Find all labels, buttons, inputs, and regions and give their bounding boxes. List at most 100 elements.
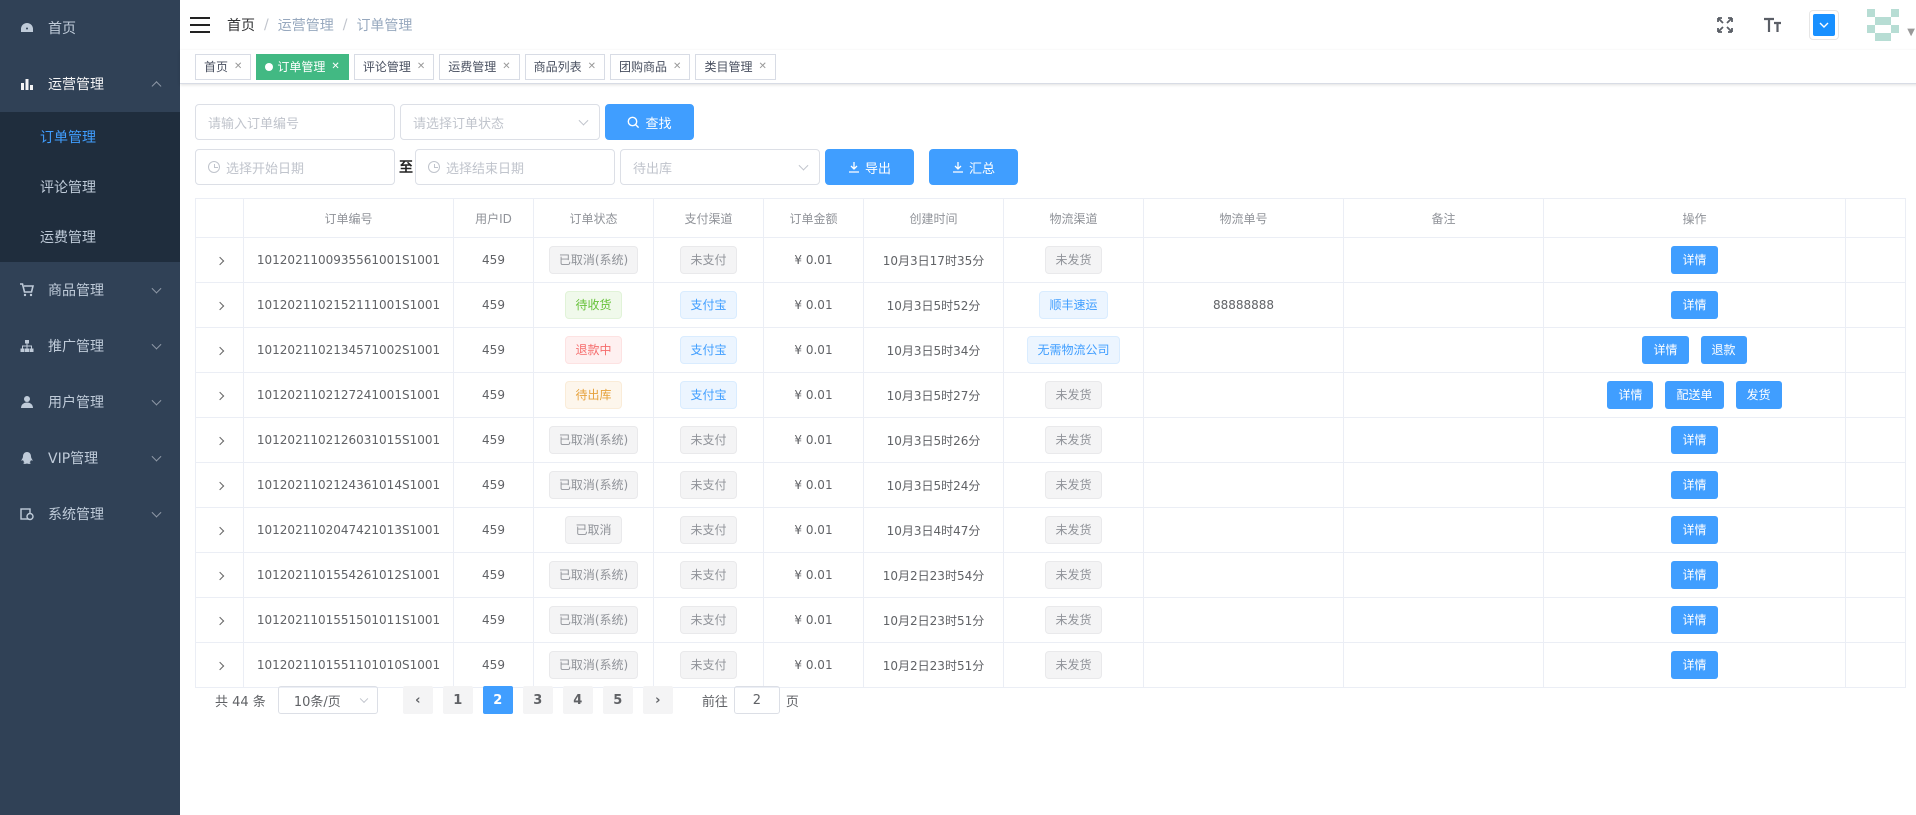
sidebar: 首页 运营管理 订单管理 评论管理 运费管理 商品管理 推广管理 用户管理 VI…: [0, 0, 180, 815]
expand-row-icon[interactable]: [215, 571, 224, 581]
prev-page-button[interactable]: ‹: [402, 686, 433, 714]
order-status-select[interactable]: 请选择订单状态: [400, 104, 600, 140]
status-badge: 已取消(系统): [548, 561, 639, 589]
next-page-button[interactable]: ›: [642, 686, 673, 714]
summary-button[interactable]: 汇总: [929, 149, 1018, 185]
table-row: 1012021102134571002S1001 459 退款中 支付宝 ¥ 0.01 1…: [195, 327, 1906, 373]
tag-home[interactable]: 首页 ✕: [195, 53, 252, 80]
order-amount: ¥ 0.01: [794, 568, 833, 582]
action-button[interactable]: 配送单: [1665, 381, 1724, 409]
order-number: 1012021102047421013S1001: [256, 523, 441, 537]
expand-row-icon[interactable]: [215, 391, 224, 401]
expand-row-icon[interactable]: [215, 616, 224, 626]
expand-row-icon[interactable]: [215, 661, 224, 671]
column-header: 物流渠道: [1003, 198, 1144, 238]
close-icon[interactable]: ✕: [758, 61, 766, 72]
sidebar-item-home[interactable]: 首页: [0, 0, 180, 56]
expand-row-icon[interactable]: [215, 346, 224, 356]
font-size-icon[interactable]: [1761, 13, 1785, 37]
search-button[interactable]: 查找: [605, 104, 694, 140]
action-button[interactable]: 详情: [1671, 561, 1718, 589]
action-button[interactable]: 详情: [1671, 516, 1718, 544]
action-button[interactable]: 发货: [1735, 381, 1782, 409]
order-amount: ¥ 0.01: [794, 343, 833, 357]
close-icon[interactable]: ✕: [588, 61, 596, 72]
dashboard-icon: [20, 21, 34, 35]
sidebar-item-products[interactable]: 商品管理: [0, 262, 180, 318]
action-button[interactable]: 退款: [1700, 336, 1747, 364]
sidebar-item-comments[interactable]: 评论管理: [0, 162, 180, 212]
breadcrumb-item[interactable]: 首页: [227, 15, 255, 35]
order-number: 1012021100935561001S1001: [256, 253, 441, 267]
close-icon[interactable]: ✕: [673, 61, 681, 72]
page-button-current[interactable]: 2: [482, 686, 513, 714]
page-jump-input[interactable]: 2: [733, 686, 780, 714]
page-button[interactable]: 1: [442, 686, 473, 714]
action-button[interactable]: 详情: [1671, 606, 1718, 634]
expand-row-icon[interactable]: [215, 301, 224, 311]
expand-row-icon[interactable]: [215, 436, 224, 446]
page-button[interactable]: 4: [562, 686, 593, 714]
expand-row-icon[interactable]: [215, 526, 224, 536]
sidebar-item-freight[interactable]: 运费管理: [0, 212, 180, 262]
close-icon[interactable]: ✕: [417, 61, 425, 72]
expand-row-icon[interactable]: [215, 256, 224, 266]
sidebar-item-orders[interactable]: 订单管理: [0, 112, 180, 162]
system-icon: [20, 507, 34, 521]
expand-row-icon[interactable]: [215, 481, 224, 491]
tree-icon: [20, 339, 34, 353]
order-amount: ¥ 0.01: [794, 253, 833, 267]
breadcrumb-item[interactable]: 运营管理: [278, 15, 334, 35]
end-date-picker[interactable]: 选择结束日期: [415, 149, 615, 185]
user-id: 459: [482, 658, 505, 672]
close-icon[interactable]: ✕: [331, 61, 339, 72]
action-button[interactable]: 详情: [1671, 471, 1718, 499]
page-button[interactable]: 3: [522, 686, 553, 714]
table-body: 1012021100935561001S1001 459 已取消(系统) 未支付 ¥ 0…: [195, 237, 1906, 688]
page-button[interactable]: 5: [602, 686, 633, 714]
order-amount: ¥ 0.01: [794, 658, 833, 672]
table-row: 1012021101554261012S1001 459 已取消(系统) 未支付 ¥ 0…: [195, 552, 1906, 598]
action-button[interactable]: 详情: [1607, 381, 1654, 409]
theme-color-picker[interactable]: [1809, 10, 1840, 40]
navbar: 首页 / 运营管理 / 订单管理 ▼: [180, 0, 1916, 50]
sidebar-item-operations[interactable]: 运营管理: [0, 56, 180, 112]
logistics-badge: 未发货: [1045, 471, 1102, 499]
export-button[interactable]: 导出: [825, 149, 914, 185]
avatar[interactable]: [1863, 5, 1904, 45]
status-badge: 已取消(系统): [548, 471, 639, 499]
download-icon: [952, 161, 964, 173]
tag-comments[interactable]: 评论管理 ✕: [353, 53, 435, 80]
action-button[interactable]: 详情: [1671, 426, 1718, 454]
action-button[interactable]: 详情: [1671, 291, 1718, 319]
page-size-select[interactable]: 10条/页: [277, 686, 378, 714]
stock-status-select[interactable]: 待出库: [620, 149, 820, 185]
order-number-input[interactable]: 请输入订单编号: [195, 104, 395, 140]
action-button[interactable]: 详情: [1642, 336, 1689, 364]
tag-product-list[interactable]: 商品列表 ✕: [524, 53, 606, 80]
pagination: 共 44 条 10条/页 ‹ 1 2 3 4 5 › 前往 2 页: [215, 686, 799, 714]
table-row: 1012021101551501011S1001 459 已取消(系统) 未支付 ¥ 0…: [195, 597, 1906, 643]
sidebar-item-vip[interactable]: VIP管理: [0, 430, 180, 486]
action-button[interactable]: 详情: [1671, 246, 1718, 274]
start-date-picker[interactable]: 选择开始日期: [195, 149, 395, 185]
table-row: 1012021101551101010S1001 459 已取消(系统) 未支付 ¥ 0…: [195, 642, 1906, 688]
tag-group-products[interactable]: 团购商品 ✕: [610, 53, 691, 80]
sidebar-item-promotion[interactable]: 推广管理: [0, 318, 180, 374]
qq-icon: [20, 451, 34, 465]
tag-categories[interactable]: 类目管理 ✕: [695, 53, 776, 80]
sidebar-item-users[interactable]: 用户管理: [0, 374, 180, 430]
sidebar-item-system[interactable]: 系统管理: [0, 486, 180, 542]
close-icon[interactable]: ✕: [234, 61, 242, 72]
tag-orders[interactable]: 订单管理 ✕: [256, 53, 349, 80]
tag-freight[interactable]: 运费管理 ✕: [439, 53, 520, 80]
date-range-separator: 至: [399, 160, 413, 176]
orders-table: 订单编号 用户ID 订单状态 支付渠道 订单金额 创建时间 物流渠道 物流单号 …: [195, 198, 1906, 688]
column-header: 创建时间: [863, 198, 1004, 238]
status-badge: 退款中: [565, 336, 622, 364]
action-button[interactable]: 详情: [1671, 651, 1718, 679]
close-icon[interactable]: ✕: [502, 61, 510, 72]
caret-down-icon[interactable]: ▼: [1907, 27, 1915, 38]
hamburger-icon[interactable]: [190, 17, 210, 33]
fullscreen-icon[interactable]: [1713, 13, 1737, 37]
